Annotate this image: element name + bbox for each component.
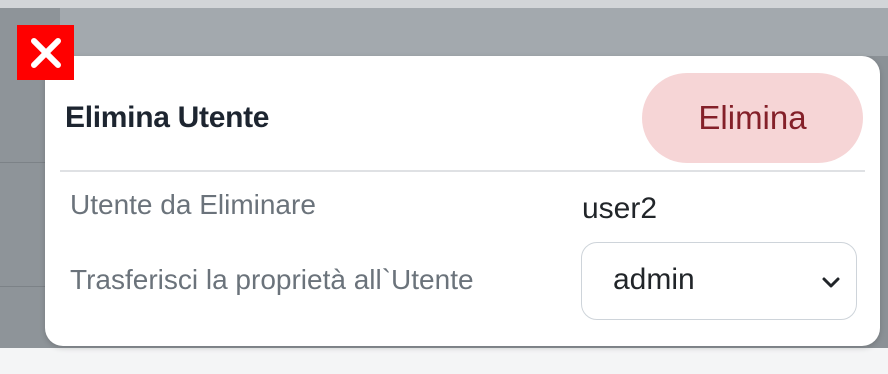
user-to-delete-label: Utente da Eliminare	[70, 189, 316, 220]
user-to-delete-value: user2	[582, 192, 658, 225]
backdrop-divider	[0, 286, 45, 287]
backdrop-divider	[0, 162, 45, 163]
transfer-user-selected-value: admin	[613, 263, 695, 296]
transfer-user-select[interactable]: admin	[581, 242, 857, 320]
modal-divider	[60, 170, 865, 172]
delete-user-modal: Elimina Utente Elimina Utente da Elimina…	[45, 56, 880, 346]
backdrop-header-strip	[0, 0, 888, 8]
backdrop-bottom	[0, 348, 888, 374]
modal-title: Elimina Utente	[65, 101, 270, 134]
delete-button[interactable]: Elimina	[642, 73, 863, 163]
transfer-ownership-label: Trasferisci la proprietà all`Utente	[70, 264, 474, 295]
close-button[interactable]	[17, 25, 74, 80]
close-icon	[30, 37, 61, 68]
chevron-down-icon	[822, 277, 840, 288]
backdrop-panel	[60, 8, 888, 56]
